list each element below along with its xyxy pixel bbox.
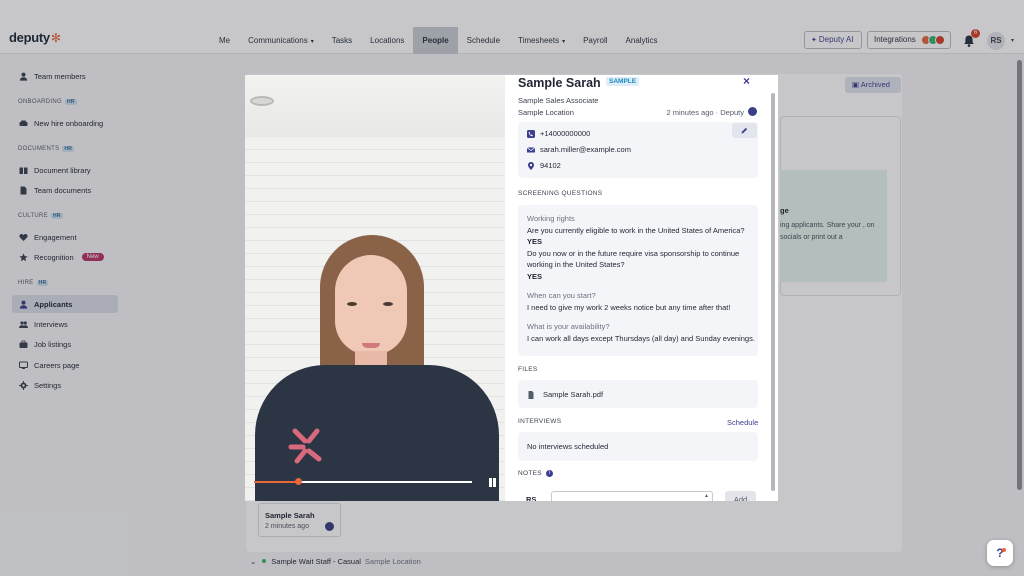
add-note-button[interactable]: Add <box>725 491 756 501</box>
schedule-interview-link[interactable]: Schedule <box>727 418 758 427</box>
applicant-detail-panel: Sample Sarah SAMPLE × Sample Sales Assoc… <box>505 75 778 501</box>
edit-contact-button[interactable] <box>732 123 757 138</box>
applicant-name: Sample Sarah <box>518 76 601 90</box>
screening-answers: Working rights Are you currently eligibl… <box>518 205 758 356</box>
location-pin-icon <box>528 161 534 170</box>
ceiling-light <box>250 96 274 106</box>
video-progress-handle[interactable] <box>294 478 302 485</box>
applicant-video[interactable] <box>245 75 505 501</box>
phone-icon <box>527 129 535 138</box>
close-icon[interactable]: × <box>743 75 750 88</box>
applicant-location: Sample Location <box>518 108 574 117</box>
resize-icon[interactable]: ▲ <box>704 493 709 499</box>
files-list: Sample Sarah.pdf <box>518 380 758 408</box>
mail-icon <box>527 146 535 152</box>
file-item[interactable]: Sample Sarah.pdf <box>527 390 603 399</box>
note-author-avatar: RS <box>526 495 537 501</box>
notes-heading: NOTES i <box>518 470 553 477</box>
applicant-role: Sample Sales Associate <box>518 96 599 105</box>
contact-details: +14000000000 sarah.miller@example.com 94… <box>518 122 758 178</box>
zip-row: 94102 <box>527 161 561 170</box>
help-indicator-dot <box>1002 548 1006 552</box>
pause-icon[interactable] <box>489 478 497 487</box>
applied-time: 2 minutes ago · Deputy <box>666 108 744 117</box>
sample-badge: SAMPLE <box>606 77 640 86</box>
deputy-star-icon <box>288 428 322 464</box>
note-input[interactable]: ▲ <box>551 491 713 501</box>
panel-scrollbar-thumb[interactable] <box>771 93 775 491</box>
deputy-avatar-icon <box>748 107 757 116</box>
phone-row[interactable]: +14000000000 <box>527 129 590 138</box>
interviews-heading: INTERVIEWS <box>518 418 562 425</box>
video-progress-fill <box>254 481 298 483</box>
interviews-list: No interviews scheduled <box>518 432 758 461</box>
screening-heading: SCREENING QUESTIONS <box>518 190 603 197</box>
files-heading: FILES <box>518 366 538 373</box>
help-button[interactable]: ? <box>987 540 1013 566</box>
pencil-icon <box>741 127 748 134</box>
email-row[interactable]: sarah.miller@example.com <box>527 145 631 154</box>
info-icon[interactable]: i <box>545 470 553 477</box>
file-icon <box>528 390 534 399</box>
